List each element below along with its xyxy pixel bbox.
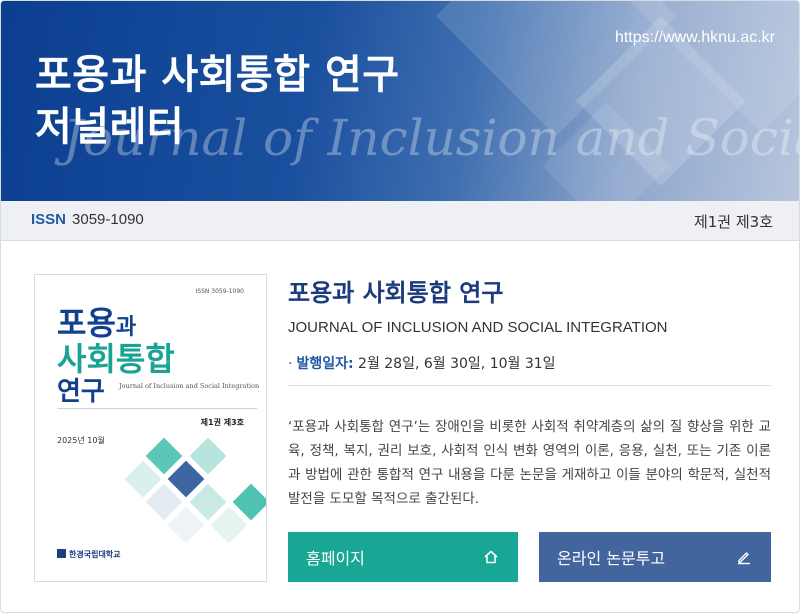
cover-title-line2: 사회통합 <box>57 340 175 378</box>
journal-description: ‘포용과 사회통합 연구’는 장애인을 비롯한 사회적 취약계층의 삶의 질 향… <box>288 419 771 507</box>
cover-title-line3: 연구 <box>57 377 105 407</box>
journal-english-title: JOURNAL OF INCLUSION AND SOCIAL INTEGRAT… <box>288 319 668 336</box>
cover-divider <box>57 408 257 409</box>
cover-subtitle: Journal of Inclusion and Social Integrat… <box>119 382 260 390</box>
journal-title: 포용과 사회통합 연구 <box>288 279 504 307</box>
section-divider <box>288 385 771 386</box>
issn-label: ISSN <box>31 211 67 228</box>
journal-cover-image: ISSN 3059-1090 포용과 사회통합 연구 Journal of In… <box>34 274 267 582</box>
issn-value: 3059-1090 <box>72 211 144 228</box>
cover-date: 2025년 10월 <box>57 436 105 445</box>
issn-info: ISSN 3059-1090 <box>31 211 144 228</box>
cover-publisher-logo: 한경국립대학교 <box>57 549 121 560</box>
pencil-icon <box>735 548 753 566</box>
banner-title: 포용과 사회통합 연구 저널레터 <box>35 49 400 153</box>
journal-letter-page: Journal of Inclusion and Social Integra … <box>0 0 800 613</box>
online-submission-button-label: 온라인 논문투고 <box>557 549 666 568</box>
homepage-button[interactable]: 홈페이지 <box>288 532 518 582</box>
homepage-button-label: 홈페이지 <box>306 549 365 568</box>
header-banner: Journal of Inclusion and Social Integra … <box>1 1 799 201</box>
cover-volume: 제1권 제3호 <box>200 418 244 427</box>
issn-bar: ISSN 3059-1090 제1권 제3호 <box>1 201 799 241</box>
banner-url-link[interactable]: https://www.hknu.ac.kr <box>615 29 775 47</box>
pub-label: 발행일자: <box>296 356 354 372</box>
volume-info: 제1권 제3호 <box>693 213 773 231</box>
cover-issn: ISSN 3059-1090 <box>195 288 245 295</box>
bullet-icon: · <box>288 356 293 372</box>
banner-title-line2: 저널레터 <box>35 104 185 150</box>
online-submission-button[interactable]: 온라인 논문투고 <box>539 532 771 582</box>
publication-dates: · 발행일자: 2월 28일, 6월 30일, 10월 31일 <box>288 353 556 373</box>
pub-dates: 2월 28일, 6월 30일, 10월 31일 <box>358 356 556 372</box>
home-icon <box>482 548 500 566</box>
banner-title-line1: 포용과 사회통합 연구 <box>35 52 400 98</box>
